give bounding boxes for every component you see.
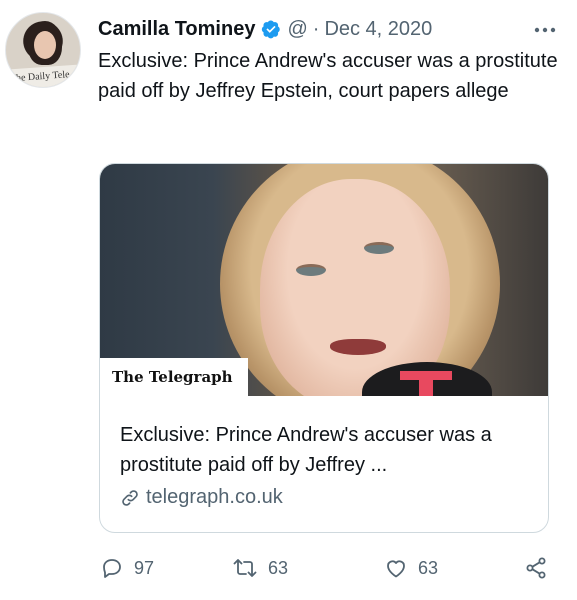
avatar-face xyxy=(34,31,56,59)
link-icon xyxy=(122,489,138,506)
card-body[interactable]: Exclusive: Prince Andrew's accuser was a… xyxy=(100,396,548,509)
separator-dot: · xyxy=(312,17,320,40)
avatar[interactable]: The Daily Tele xyxy=(5,12,81,88)
tweet-date[interactable]: Dec 4, 2020 xyxy=(324,18,432,41)
retweet-count: 63 xyxy=(268,557,289,578)
card-domain-row: telegraph.co.uk xyxy=(120,486,530,509)
photo-eye-left xyxy=(296,264,326,276)
verified-badge-icon xyxy=(262,20,281,39)
like-icon xyxy=(387,560,405,578)
tweet-header: Camilla Tominey @ · Dec 4, 2020 xyxy=(98,14,558,44)
card-image[interactable]: The Telegraph xyxy=(100,164,548,396)
share-button[interactable] xyxy=(524,556,558,580)
like-button[interactable]: 63 xyxy=(384,556,438,580)
like-count: 63 xyxy=(418,557,439,578)
link-card[interactable]: The Telegraph Exclusive: Prince Andrew's… xyxy=(99,163,549,533)
share-icon xyxy=(526,557,546,579)
more-icon[interactable] xyxy=(532,20,558,40)
reply-button[interactable]: 97 xyxy=(100,556,154,580)
photo-eye-right xyxy=(364,242,394,254)
tweet-text: Exclusive: Prince Andrew's accuser was a… xyxy=(98,50,558,102)
reply-icon xyxy=(103,559,121,578)
retweet-button[interactable]: 63 xyxy=(232,556,288,580)
card-domain: telegraph.co.uk xyxy=(146,486,283,508)
photo-mouth xyxy=(330,339,386,355)
author-handle[interactable]: @ xyxy=(287,18,307,41)
microphone-logo-icon xyxy=(400,371,452,396)
action-bar: 97 63 63 xyxy=(100,556,560,586)
card-title: Exclusive: Prince Andrew's accuser was a… xyxy=(120,424,492,476)
retweet-icon xyxy=(233,559,257,577)
telegraph-masthead: The Telegraph xyxy=(100,358,248,396)
author-name[interactable]: Camilla Tominey xyxy=(98,18,255,41)
avatar-newspaper: The Daily Tele xyxy=(6,64,80,87)
reply-count: 97 xyxy=(134,557,155,578)
